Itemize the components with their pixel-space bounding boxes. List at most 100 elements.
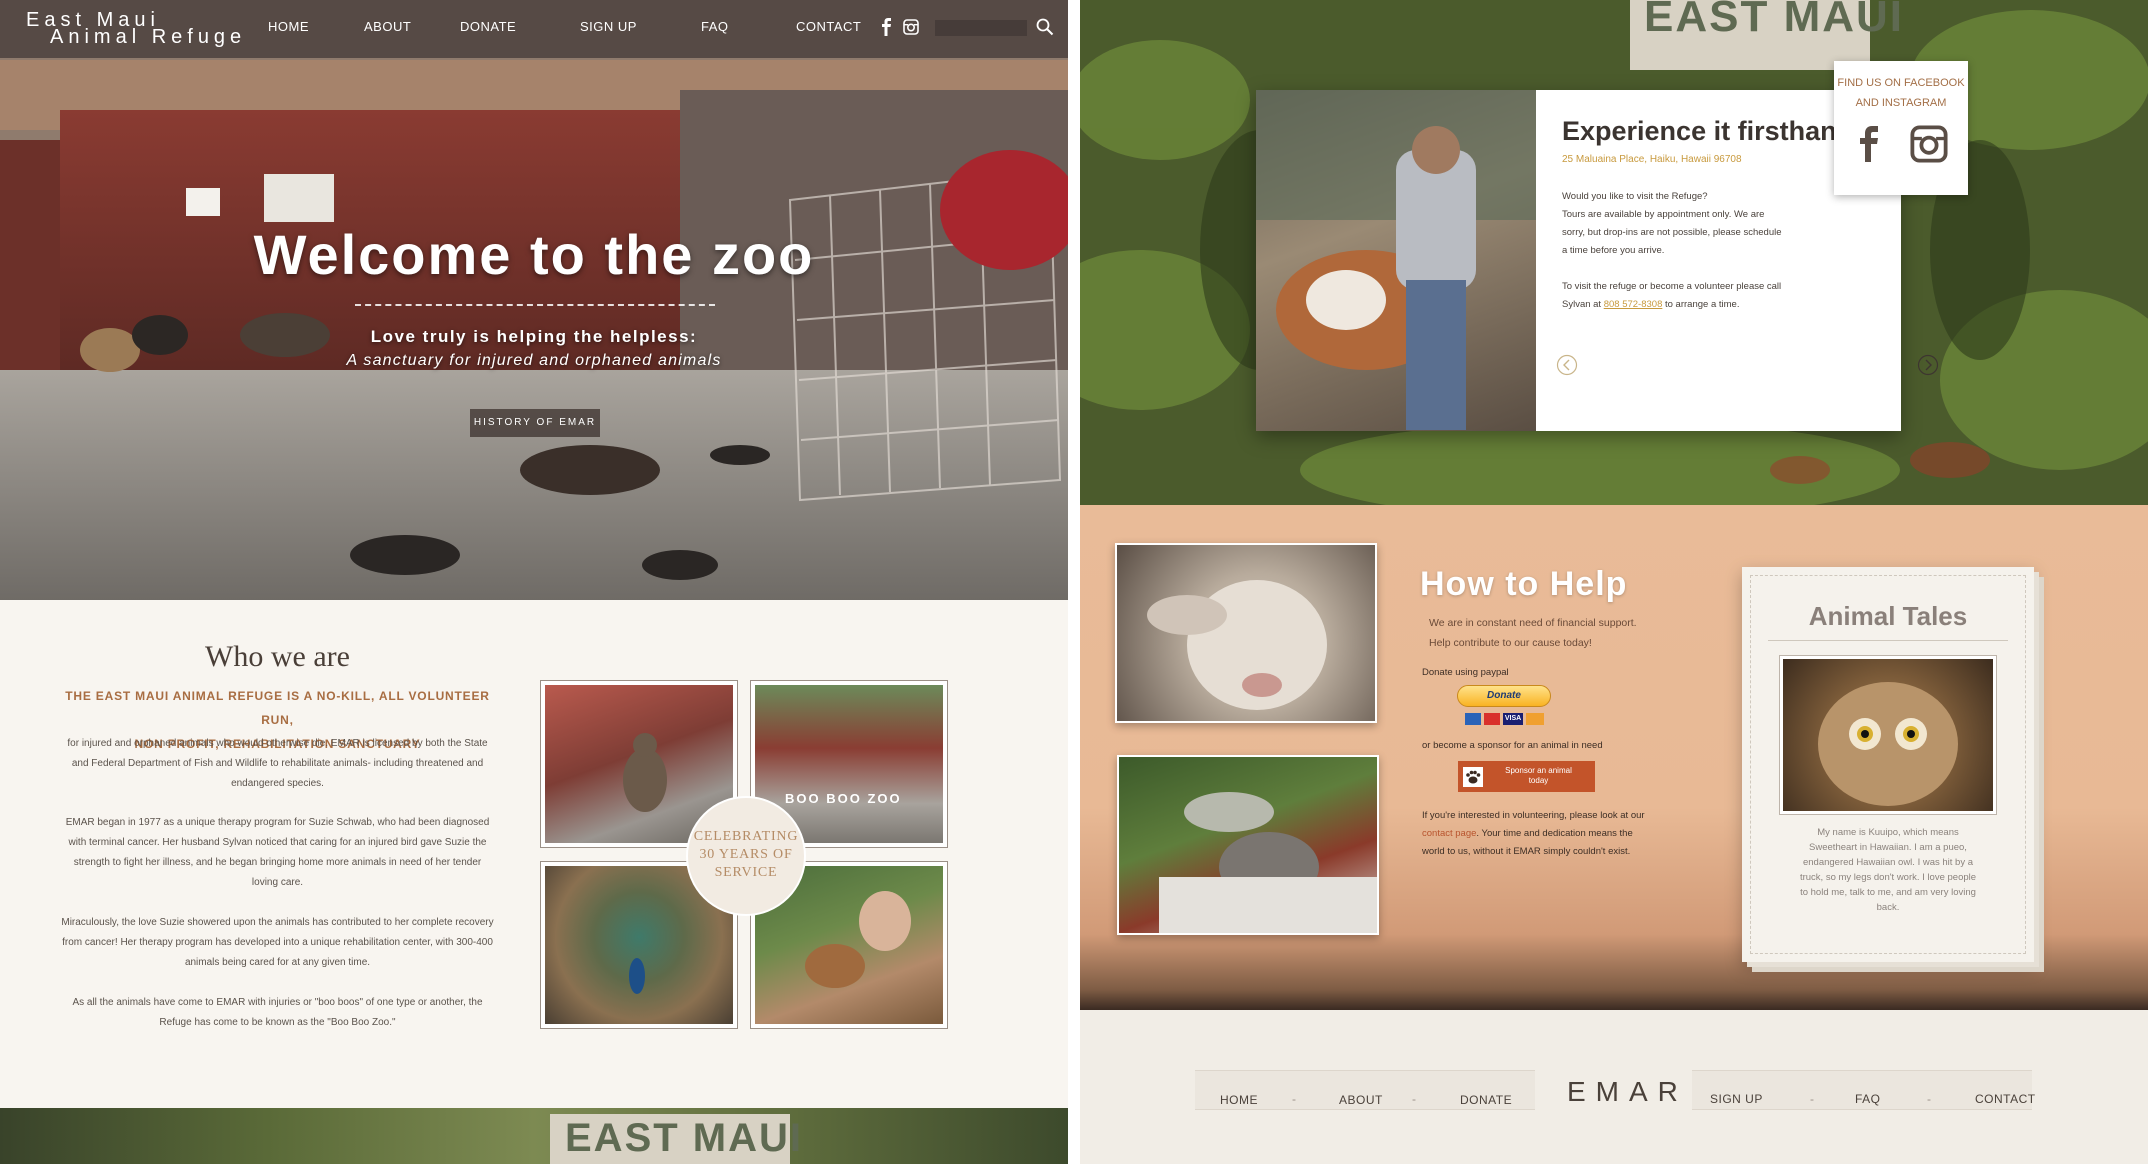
nav-faq[interactable]: FAQ <box>701 19 729 34</box>
footer-sign-up[interactable]: SIGN UP <box>1710 1092 1763 1106</box>
social-line2: AND INSTAGRAM <box>1855 97 1947 109</box>
owl-figure <box>1818 682 1958 806</box>
visit-p2-before: Sylvan at <box>1562 299 1604 310</box>
animal-tale-text: My name is Kuuipo, which means Sweethear… <box>1799 827 1977 913</box>
how-to-help-section: How to Help We are in constant need of f… <box>1080 505 2148 1010</box>
hero-background-photo <box>0 0 1068 600</box>
search-icon[interactable] <box>1036 18 1054 36</box>
nav-contact[interactable]: CONTACT <box>796 19 861 34</box>
footer-faq[interactable]: FAQ <box>1855 1092 1881 1106</box>
carousel-next-icon[interactable] <box>1917 354 1939 376</box>
social-line1: FIND US ON FACEBOOK <box>1837 77 1965 89</box>
facebook-icon[interactable] <box>880 18 892 36</box>
sponsor-text: or become a sponsor for an animal in nee… <box>1422 740 1603 751</box>
badge-line2: 30 YEARS OF <box>699 847 793 862</box>
animal-tales-card: Animal Tales My name is Kuuipo, which me… <box>1742 567 2034 962</box>
visit-p2-line2: Sylvan at 808 572-8308 to arrange a time… <box>1562 296 1812 314</box>
volunteer-text: If you're interested in volunteering, pl… <box>1422 807 1657 861</box>
sponsor-button-line1: Sponsor an animal <box>1505 766 1572 775</box>
who-paragraph-2: EMAR began in 1977 as a unique therapy p… <box>65 817 490 888</box>
paw-icon <box>1463 767 1483 787</box>
hero-section: East Maui Animal Refuge HOME ABOUT DONAT… <box>0 0 1068 600</box>
animal-tales-title: Animal Tales <box>1808 601 1968 631</box>
east-maui-sign-text-top: EAST MAUI <box>1644 0 1904 41</box>
celebrating-30-years-badge: CELEBRATING 30 YEARS OF SERVICE <box>686 796 806 916</box>
card-logo-4 <box>1526 713 1544 725</box>
search-input[interactable] <box>935 20 1027 36</box>
carousel-prev-icon[interactable] <box>1556 354 1578 376</box>
visit-address: 25 Maluaina Place, Haiku, Hawaii 96708 <box>1562 154 1742 165</box>
who-we-are-section: Who we are THE EAST MAUI ANIMAL REFUGE I… <box>0 600 1068 1108</box>
footer: HOME - ABOUT - DONATE EMAR SIGN UP - FAQ… <box>1080 1010 2148 1164</box>
help-line1: We are in constant need of financial sup… <box>1429 617 1637 629</box>
footer-separator: - <box>1412 1092 1416 1106</box>
badge-line1: CELEBRATING <box>693 829 799 844</box>
nav-sign-up[interactable]: SIGN UP <box>580 19 637 34</box>
who-tagline-line1: THE EAST MAUI ANIMAL REFUGE IS A NO-KILL… <box>65 689 490 727</box>
facebook-icon[interactable] <box>1856 123 1880 165</box>
refuge-sign <box>264 174 334 222</box>
visit-p1-line1: Would you like to visit the Refuge? <box>1562 191 1708 202</box>
hero-subtitle: Love truly is helping the helpless: <box>370 327 698 346</box>
visa-logo: VISA <box>1503 713 1523 725</box>
who-paragraph-1: for injured and orphaned animals who wou… <box>67 738 488 789</box>
footer-separator: - <box>1927 1092 1931 1106</box>
history-of-emar-button[interactable]: HISTORY OF EMAR <box>470 409 600 437</box>
homepage-mockup-left: East Maui Animal Refuge HOME ABOUT DONAT… <box>0 0 1068 1164</box>
paypal-label: Donate using paypal <box>1422 667 1509 678</box>
who-we-are-title: Who we are <box>205 640 350 673</box>
tales-divider <box>1768 640 2008 641</box>
visit-p2-line1: To visit the refuge or become a voluntee… <box>1562 281 1782 292</box>
nav-about[interactable]: ABOUT <box>364 19 411 34</box>
visit-title: Experience it firsthand <box>1562 116 1854 146</box>
contact-page-link[interactable]: contact page <box>1422 828 1476 839</box>
man-cat-figure <box>1159 792 1377 933</box>
site-logo-line2[interactable]: Animal Refuge <box>50 26 246 49</box>
bottom-banner-strip: EAST MAUI <box>0 1108 1068 1164</box>
nav-donate[interactable]: DONATE <box>460 19 516 34</box>
phone-link[interactable]: 808 572-8308 <box>1604 299 1663 310</box>
hero-tagline: A sanctuary for injured and orphaned ani… <box>346 352 722 369</box>
paypal-donate-button[interactable]: Donate <box>1457 685 1551 707</box>
visit-p1-line4: a time before you arrive. <box>1562 245 1665 256</box>
instagram-icon[interactable] <box>903 19 919 35</box>
who-paragraph-3: Miraculously, the love Suzie showered up… <box>61 917 494 968</box>
footer-home[interactable]: HOME <box>1220 1093 1258 1107</box>
credit-card-logos: VISA <box>1465 713 1545 727</box>
card-logo-1 <box>1465 713 1481 725</box>
east-maui-sign-text: EAST MAUI <box>565 1116 803 1160</box>
social-links-box: FIND US ON FACEBOOK AND INSTAGRAM <box>1834 61 1968 195</box>
sponsor-animal-button[interactable]: Sponsor an animal today <box>1458 761 1595 792</box>
who-paragraph-4: As all the animals have come to EMAR wit… <box>72 997 483 1028</box>
visit-paragraph-1: Would you like to visit the Refuge? Tour… <box>1562 188 1812 260</box>
sheep-photo <box>1115 543 1377 723</box>
sponsor-button-label: Sponsor an animal today <box>1486 766 1591 786</box>
footer-contact[interactable]: CONTACT <box>1975 1092 2036 1106</box>
footer-separator: - <box>1292 1092 1296 1106</box>
how-to-help-title: How to Help <box>1420 565 1628 603</box>
card-logo-2 <box>1484 713 1500 725</box>
footer-about[interactable]: ABOUT <box>1339 1093 1383 1107</box>
help-line2: Help contribute to our cause today! <box>1429 637 1592 649</box>
sheep-figure <box>1147 580 1327 710</box>
footer-logo[interactable]: EMAR <box>1567 1076 1688 1108</box>
instagram-icon[interactable] <box>1910 125 1948 163</box>
hero-divider <box>355 304 715 306</box>
visit-p1-line3: sorry, but drop-ins are not possible, pl… <box>1562 227 1782 238</box>
visit-p1-line2: Tours are available by appointment only.… <box>1562 209 1765 220</box>
volunteer-with-cow-photo <box>1256 90 1536 431</box>
top-navigation-bar: East Maui Animal Refuge HOME ABOUT DONAT… <box>0 0 1068 58</box>
nav-home[interactable]: HOME <box>268 19 309 34</box>
footer-separator: - <box>1810 1092 1814 1106</box>
homepage-mockup-right: EAST MAUI Experience it firsthand 25 Mal… <box>1080 0 2148 1164</box>
badge-line3: SERVICE <box>714 865 778 880</box>
volunteer-before: If you're interested in volunteering, pl… <box>1422 810 1645 821</box>
owl-photo <box>1779 655 1997 815</box>
boo-boo-zoo-sign: BOO BOO ZOO <box>785 791 902 806</box>
volunteer-cow-figure <box>1256 90 1536 430</box>
social-links-text: FIND US ON FACEBOOK AND INSTAGRAM <box>1834 73 1968 113</box>
hero-title: Welcome to the zoo <box>253 223 815 286</box>
man-with-cat-photo <box>1117 755 1379 935</box>
visit-section: EAST MAUI Experience it firsthand 25 Mal… <box>1080 0 2148 505</box>
footer-donate[interactable]: DONATE <box>1460 1093 1512 1107</box>
